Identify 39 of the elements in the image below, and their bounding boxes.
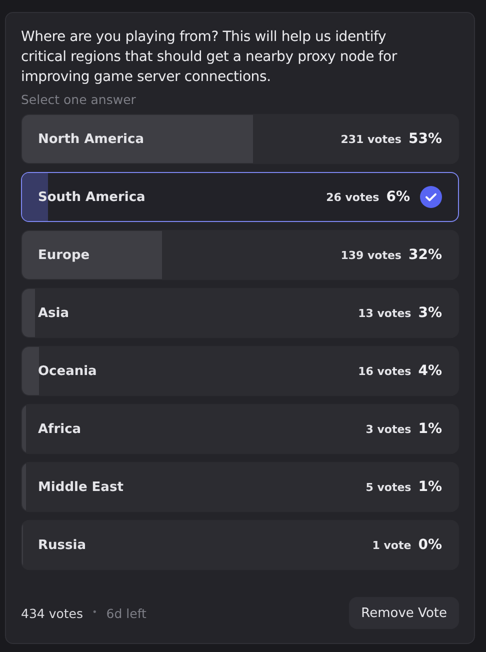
poll-answer[interactable]: Europe 139 votes 32% — [21, 230, 459, 280]
time-left: 6d left — [106, 606, 148, 620]
vote-percent: 1% — [418, 421, 442, 437]
answer-label: Oceania — [38, 364, 98, 378]
answer-label: Africa — [38, 422, 82, 436]
answer-label: South America — [38, 190, 146, 204]
vote-percent: 0% — [418, 537, 442, 553]
poll-answer[interactable]: Africa 3 votes 1% — [21, 404, 459, 454]
poll-hint: Select one answer — [21, 92, 137, 107]
vote-percent: 53% — [408, 131, 442, 147]
checkmark-icon — [420, 186, 442, 208]
vote-percent: 32% — [408, 247, 442, 263]
vote-percent: 6% — [386, 189, 410, 205]
answer-label: North America — [38, 132, 145, 146]
vote-count: 231 votes — [340, 132, 402, 146]
answer-label: Europe — [38, 248, 91, 262]
vote-percent: 1% — [418, 479, 442, 495]
vote-percent: 4% — [418, 363, 442, 379]
vote-count: 26 votes — [326, 190, 380, 204]
total-votes: 434 votes — [21, 606, 83, 620]
vote-count: 5 votes — [366, 480, 412, 494]
poll-question: Where are you playing from? This will help us identify critical regions that should get a nearby proxy node for improving game server connections. — [21, 28, 398, 87]
vote-count: 16 votes — [358, 364, 412, 378]
answer-label: Middle East — [38, 480, 124, 494]
poll-answer[interactable]: Russia 1 vote 0% — [21, 520, 459, 570]
vote-count: 1 vote — [372, 538, 412, 552]
vote-percent: 3% — [418, 305, 442, 321]
answer-label: Asia — [38, 306, 70, 320]
vote-count: 139 votes — [340, 248, 402, 262]
poll-answer[interactable]: Asia 13 votes 3% — [21, 288, 459, 338]
poll-answer[interactable]: Middle East 5 votes 1% — [21, 462, 459, 512]
separator-dot: • — [92, 608, 98, 618]
remove-vote-button[interactable]: Remove Vote — [349, 597, 459, 629]
poll-answer[interactable]: Oceania 16 votes 4% — [21, 346, 459, 396]
answer-label: Russia — [38, 538, 87, 552]
vote-count: 13 votes — [358, 306, 412, 320]
poll-answer[interactable]: South America 26 votes 6% — [21, 172, 459, 222]
poll-answer[interactable]: North America 231 votes 53% — [21, 114, 459, 164]
vote-count: 3 votes — [366, 422, 412, 436]
